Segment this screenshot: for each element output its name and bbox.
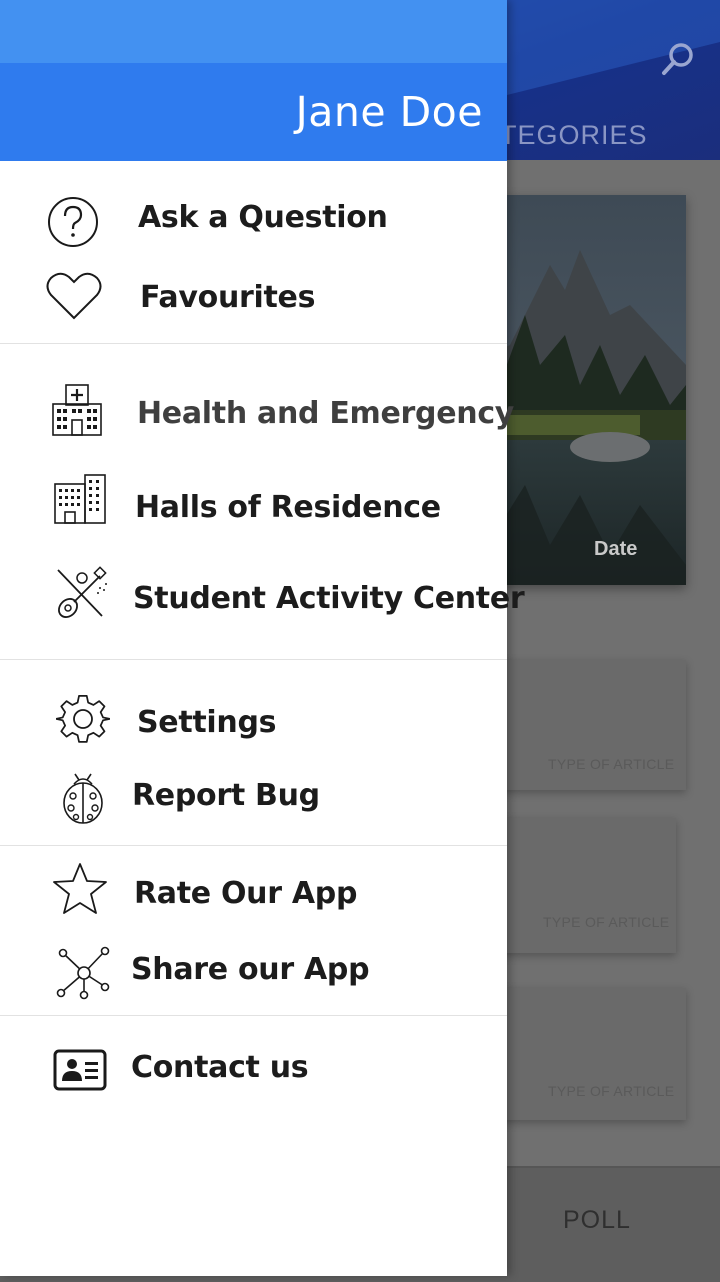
heart-icon [45,270,103,327]
menu-divider [0,1015,507,1016]
menu-label: Report Bug [132,778,320,813]
menu-label: Rate Our App [134,876,358,911]
menu-label: Share our App [131,952,370,987]
menu-label: Favourites [140,280,316,315]
menu-divider [0,845,507,846]
user-name: Jane Doe [295,88,483,136]
menu-label: Contact us [131,1050,309,1085]
menu-item-ask-question[interactable]: Ask a Question [0,182,507,254]
menu-item-halls-residence[interactable]: Halls of Residence [0,472,507,544]
menu-label: Settings [137,705,277,740]
question-icon [45,194,101,255]
bug-icon [60,768,106,831]
building-icon [54,474,106,529]
menu-divider [0,343,507,344]
menu-item-rate-app[interactable]: Rate Our App [0,858,507,930]
menu-item-share-app[interactable]: Share our App [0,940,507,1012]
menu-item-settings[interactable]: Settings [0,688,507,760]
drawer-status-area [0,0,507,63]
gear-icon [55,692,111,751]
menu-item-student-activity[interactable]: Student Activity Center [0,562,525,634]
navigation-drawer: Jane Doe Ask a Question Favourites Healt… [0,0,525,1276]
menu-divider [0,659,507,660]
contact-card-icon [53,1049,107,1096]
menu-label: Student Activity Center [133,581,525,616]
menu-item-favourites[interactable]: Favourites [0,262,507,334]
menu-label: Ask a Question [138,200,388,235]
menu-item-contact-us[interactable]: Contact us [0,1034,507,1106]
menu-label: Health and Emergency [137,396,515,431]
share-icon [56,946,112,1005]
menu-label: Halls of Residence [135,490,441,525]
menu-item-report-bug[interactable]: Report Bug [0,764,507,836]
star-icon [52,862,108,921]
guitar-icon [54,566,110,627]
hospital-icon [52,384,102,441]
menu-item-health-emergency[interactable]: Health and Emergency [0,380,514,452]
